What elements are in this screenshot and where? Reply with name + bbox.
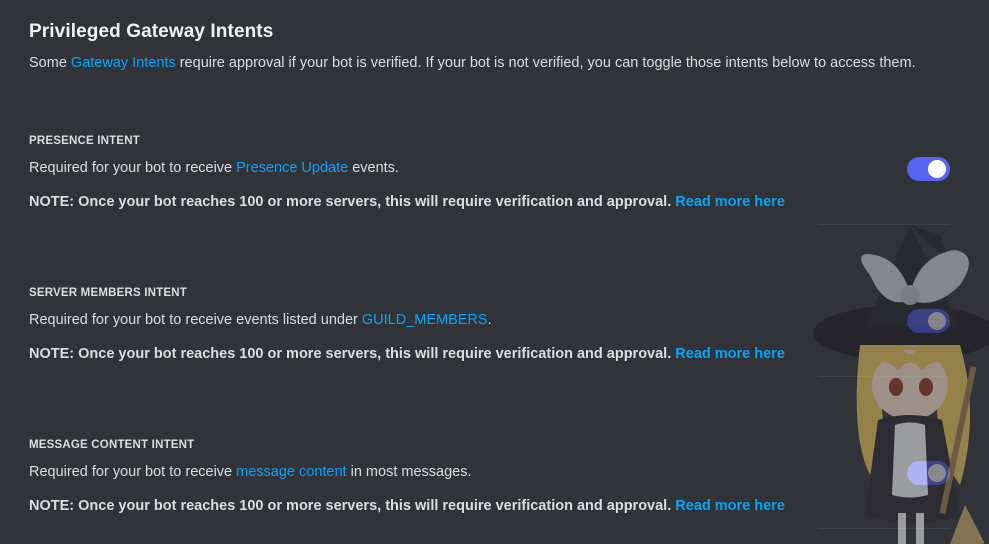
page-description: Some Gateway Intents require approval if… xyxy=(29,53,939,73)
message-content-intent-desc-start: Required for your bot to receive xyxy=(29,464,237,480)
message-content-intent-note-text: NOTE: Once your bot reaches 100 or more … xyxy=(29,498,672,514)
toggle-knob xyxy=(928,312,946,330)
toggle-knob xyxy=(928,160,946,178)
page-title: Privileged Gateway Intents xyxy=(29,21,274,42)
gateway-intents-link[interactable]: Gateway Intents xyxy=(71,55,176,71)
server-members-intent-desc-end: . xyxy=(487,312,492,328)
server-members-intent-description: Required for your bot to receive events … xyxy=(29,312,492,328)
page-description-text-end: require approval if your bot is verified… xyxy=(175,55,916,71)
message-content-intent-desc-end: in most messages. xyxy=(346,464,472,480)
toggle-knob xyxy=(928,464,946,482)
presence-intent-note-text: NOTE: Once your bot reaches 100 or more … xyxy=(29,194,672,210)
presence-intent-desc-end: events. xyxy=(348,160,399,176)
server-members-intent-note-text: NOTE: Once your bot reaches 100 or more … xyxy=(29,346,672,362)
section-divider xyxy=(818,376,950,377)
presence-intent-toggle[interactable] xyxy=(907,157,950,181)
section-divider xyxy=(818,224,950,225)
message-content-intent-description: Required for your bot to receive message… xyxy=(29,464,472,480)
server-members-intent-desc-start: Required for your bot to receive events … xyxy=(29,312,362,328)
message-content-intent-note: NOTE: Once your bot reaches 100 or more … xyxy=(29,498,785,514)
presence-intent-description: Required for your bot to receive Presenc… xyxy=(29,160,399,176)
section-divider xyxy=(818,528,950,529)
message-content-intent-label: MESSAGE CONTENT INTENT xyxy=(29,439,195,451)
presence-intent-note: NOTE: Once your bot reaches 100 or more … xyxy=(29,194,785,210)
message-content-intent-toggle[interactable] xyxy=(907,461,950,485)
guild-members-link[interactable]: GUILD_MEMBERS xyxy=(362,312,488,328)
presence-intent-read-more-link[interactable]: Read more here xyxy=(675,194,785,210)
server-members-intent-note: NOTE: Once your bot reaches 100 or more … xyxy=(29,346,785,362)
server-members-intent-toggle[interactable] xyxy=(907,309,950,333)
witch-mascot-icon xyxy=(813,225,989,544)
presence-update-link[interactable]: Presence Update xyxy=(236,160,348,176)
server-members-intent-label: SERVER MEMBERS INTENT xyxy=(29,287,187,299)
presence-intent-desc-start: Required for your bot to receive xyxy=(29,160,237,176)
server-members-intent-read-more-link[interactable]: Read more here xyxy=(675,346,785,362)
presence-intent-label: PRESENCE INTENT xyxy=(29,135,140,147)
privileged-intents-panel: Privileged Gateway Intents Some Gateway … xyxy=(0,0,989,544)
message-content-intent-read-more-link[interactable]: Read more here xyxy=(675,498,785,514)
message-content-link[interactable]: message content xyxy=(236,464,346,480)
page-description-text-start: Some xyxy=(29,55,71,71)
